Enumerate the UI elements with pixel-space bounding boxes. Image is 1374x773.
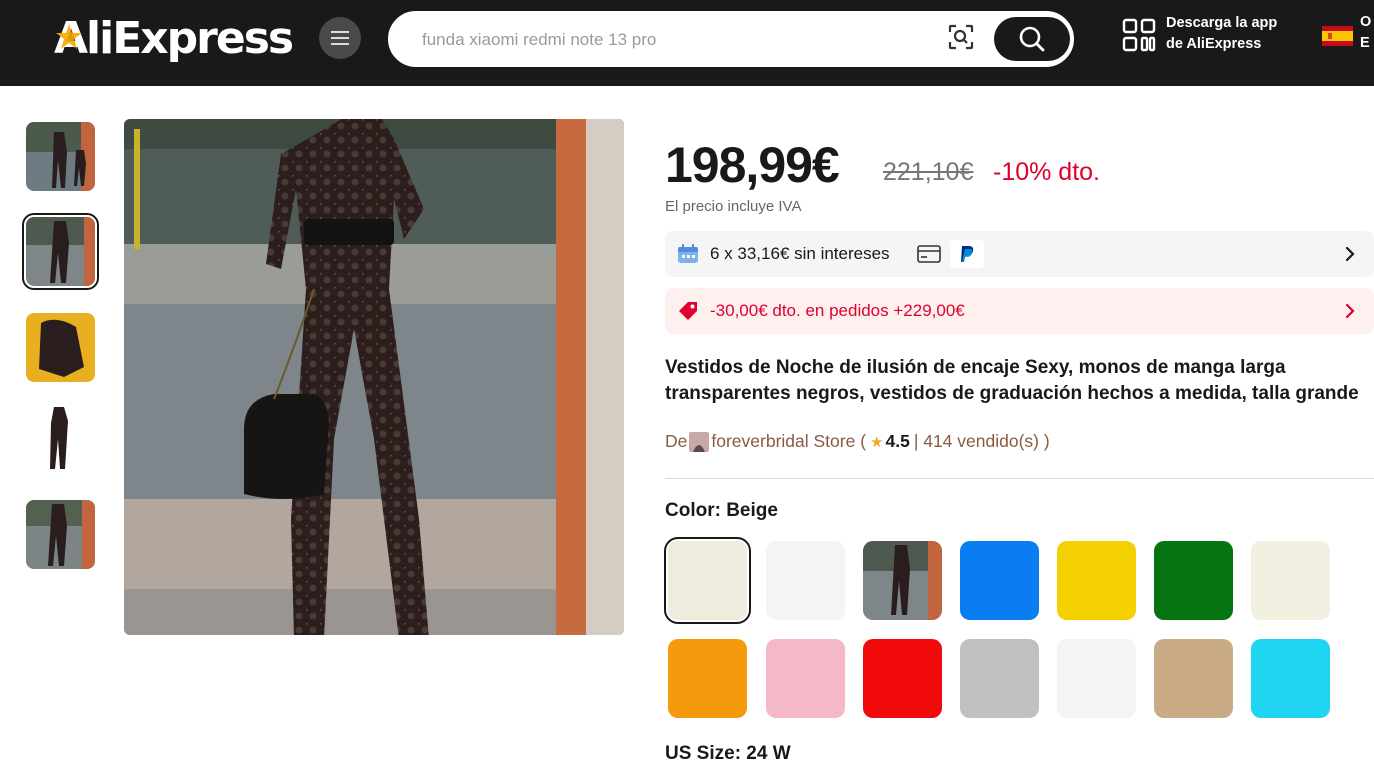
menu-icon bbox=[331, 31, 349, 45]
color-swatch-light-gray[interactable] bbox=[1057, 639, 1136, 718]
menu-button[interactable] bbox=[319, 17, 361, 59]
lang-line-1: O bbox=[1360, 14, 1372, 30]
chevron-right-icon bbox=[1345, 246, 1355, 262]
installments-text: 6 x 33,16€ sin intereses bbox=[710, 244, 890, 263]
gallery-thumbnail[interactable] bbox=[26, 500, 95, 569]
color-swatch-ivory[interactable] bbox=[1251, 541, 1330, 620]
product-photo-thumb bbox=[26, 500, 95, 569]
coupon-bar[interactable]: -30,00€ dto. en pedidos +229,00€ bbox=[665, 288, 1374, 334]
product-photo-thumb bbox=[26, 405, 95, 474]
qr-code-icon[interactable] bbox=[1122, 18, 1156, 52]
top-header: AliExpress funda xiaomi redmi note 13 pr… bbox=[0, 0, 1374, 86]
tag-icon bbox=[679, 302, 697, 320]
search-bar bbox=[388, 11, 1074, 67]
store-name[interactable]: foreverbridal Store ( bbox=[711, 431, 866, 452]
color-swatch-tan[interactable] bbox=[1154, 639, 1233, 718]
coupon-text: -30,00€ dto. en pedidos +229,00€ bbox=[710, 301, 965, 320]
search-icon bbox=[1019, 26, 1045, 52]
store-prefix: De bbox=[665, 431, 688, 451]
paypal-icon bbox=[961, 246, 974, 262]
star-logo-icon bbox=[56, 24, 82, 49]
color-swatch-red[interactable] bbox=[863, 639, 942, 718]
aliexpress-logo[interactable]: AliExpress bbox=[54, 10, 294, 70]
logo-text: AliExpress bbox=[54, 13, 294, 64]
search-button[interactable] bbox=[994, 17, 1070, 61]
main-product-image[interactable] bbox=[124, 119, 624, 635]
vat-note: El precio incluye IVA bbox=[665, 198, 802, 215]
gallery-thumbnail[interactable] bbox=[26, 313, 95, 382]
title-line-2: transparentes negros, vestidos de gradua… bbox=[665, 383, 1359, 404]
current-price: 198,99€ bbox=[665, 137, 840, 193]
color-swatch-silver[interactable] bbox=[960, 639, 1039, 718]
spain-flag-icon[interactable] bbox=[1322, 26, 1353, 46]
sold-count: | 414 vendido(s) ) bbox=[913, 431, 1050, 451]
title-line-1: Vestidos de Noche de ilusión de encaje S… bbox=[665, 357, 1286, 378]
credit-card-icon bbox=[917, 245, 941, 263]
app-line-1: Descarga la app bbox=[1166, 15, 1278, 31]
section-divider bbox=[665, 478, 1374, 479]
jumpsuit-photo bbox=[124, 119, 624, 635]
swatch-photo bbox=[863, 541, 942, 620]
gallery-thumbnail[interactable] bbox=[26, 405, 95, 474]
discount-badge: -10% dto. bbox=[993, 158, 1101, 186]
star-icon: ★ bbox=[870, 433, 884, 451]
language-selector[interactable]: O E bbox=[1360, 12, 1374, 54]
chevron-right-icon bbox=[1345, 303, 1355, 319]
color-swatch-beige[interactable] bbox=[664, 537, 751, 624]
product-photo-thumb bbox=[26, 313, 95, 382]
store-rating: 4.5 bbox=[885, 431, 910, 451]
installments-bar[interactable]: 6 x 33,16€ sin intereses bbox=[665, 231, 1374, 277]
color-swatch-white[interactable] bbox=[766, 541, 845, 620]
download-app-link[interactable]: Descarga la app de AliExpress bbox=[1166, 13, 1316, 55]
color-swatch-yellow[interactable] bbox=[1057, 541, 1136, 620]
gallery-thumbnail-active[interactable] bbox=[22, 213, 99, 290]
size-label: US Size: 24 W bbox=[665, 743, 791, 764]
image-search-button[interactable] bbox=[946, 22, 976, 52]
color-swatch-green[interactable] bbox=[1154, 541, 1233, 620]
lang-line-2: E bbox=[1360, 35, 1370, 51]
color-swatch-orange[interactable] bbox=[668, 639, 747, 718]
color-swatch-blue[interactable] bbox=[960, 541, 1039, 620]
camera-search-icon bbox=[948, 24, 974, 50]
paypal-badge bbox=[950, 240, 984, 268]
color-swatch-photo[interactable] bbox=[863, 541, 942, 620]
color-label: Color: Beige bbox=[665, 500, 778, 521]
calendar-icon bbox=[678, 244, 698, 263]
gallery-thumbnail[interactable] bbox=[26, 122, 95, 191]
product-photo-thumb bbox=[26, 122, 95, 191]
search-input[interactable] bbox=[422, 25, 922, 55]
product-photo-thumb bbox=[26, 217, 95, 286]
original-price: 221,10€ bbox=[883, 158, 974, 186]
store-avatar bbox=[689, 431, 710, 452]
color-swatch-cyan[interactable] bbox=[1251, 639, 1330, 718]
app-line-2: de AliExpress bbox=[1166, 36, 1262, 52]
product-title: Vestidos de Noche de ilusión de encaje S… bbox=[665, 355, 1374, 407]
color-swatch-pink[interactable] bbox=[766, 639, 845, 718]
store-info[interactable]: De foreverbridal Store ( ★ 4.5 | 414 ven… bbox=[665, 431, 1050, 452]
